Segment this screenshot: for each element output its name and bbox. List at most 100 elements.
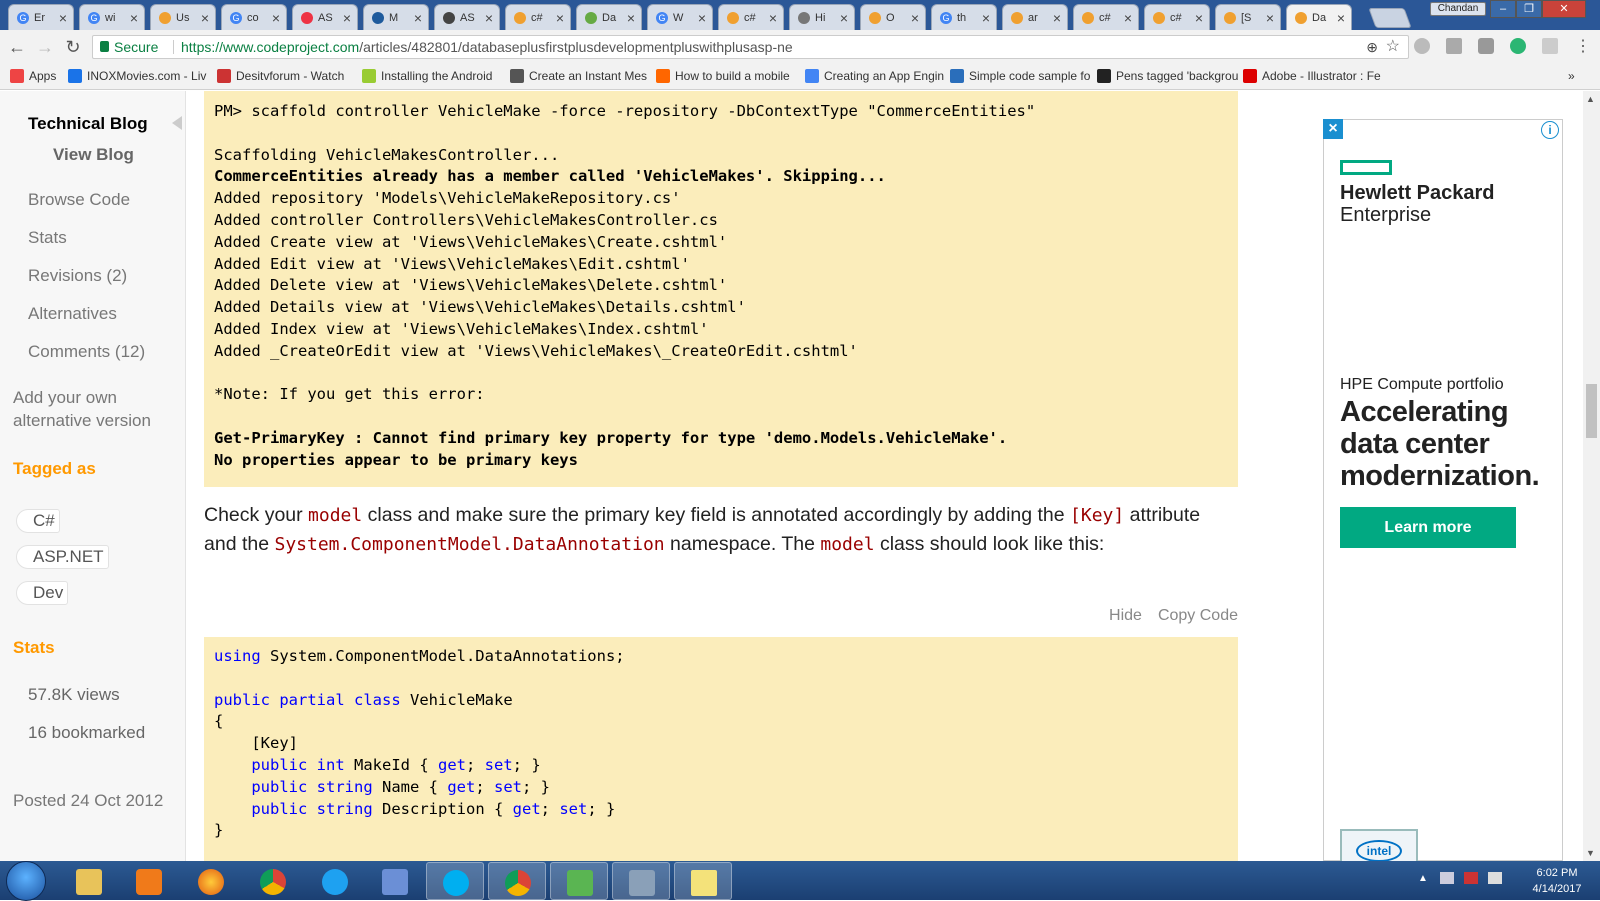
back-arrow-icon[interactable]: ← <box>6 36 28 58</box>
new-tab-button[interactable] <box>1368 8 1412 28</box>
taskbar-firefox[interactable] <box>182 862 240 900</box>
profile-button[interactable]: Chandan <box>1430 2 1486 16</box>
browser-tab[interactable]: AS × <box>292 4 358 30</box>
bookmark-item[interactable]: Pens tagged 'backgrou <box>1097 69 1238 83</box>
bookmark-item[interactable]: INOXMovies.com - Liv <box>68 69 206 83</box>
menu-icon[interactable]: ⋮ <box>1572 36 1594 58</box>
tab-close-icon[interactable]: × <box>414 10 422 26</box>
sidebar-link-revisions[interactable]: Revisions (2) <box>28 266 127 286</box>
bookmark-item[interactable]: Simple code sample fo <box>950 69 1090 83</box>
browser-tab[interactable]: Hi × <box>789 4 855 30</box>
tray-volume-icon[interactable] <box>1488 872 1502 884</box>
bookmark-item[interactable]: How to build a mobile <box>656 69 790 83</box>
taskbar-sticky-notes[interactable] <box>674 862 732 900</box>
ad-brand[interactable]: Hewlett Packard Enterprise <box>1340 182 1540 226</box>
tag-dev[interactable]: Dev <box>16 581 69 605</box>
browser-tab[interactable]: c# × <box>505 4 571 30</box>
close-window-button[interactable]: ✕ <box>1542 0 1586 18</box>
tab-close-icon[interactable]: × <box>59 10 67 26</box>
tray-flag-icon[interactable] <box>1464 872 1478 884</box>
tab-close-icon[interactable]: × <box>1195 10 1203 26</box>
extension-g-icon[interactable] <box>1446 38 1462 54</box>
forward-arrow-icon[interactable]: → <box>34 36 56 58</box>
extension-chat-icon[interactable] <box>1510 38 1526 54</box>
scroll-down-arrow-icon[interactable]: ▼ <box>1586 848 1595 858</box>
bookmark-item[interactable]: Desitvforum - Watch <box>217 69 344 83</box>
tab-close-icon[interactable]: × <box>698 10 706 26</box>
bookmark-item[interactable]: Apps <box>10 69 56 83</box>
taskbar-explorer[interactable] <box>60 862 118 900</box>
browser-tab[interactable]: Gwi × <box>79 4 145 30</box>
tab-close-icon[interactable]: × <box>769 10 777 26</box>
sidebar-link-comments[interactable]: Comments (12) <box>28 342 145 362</box>
tab-close-icon[interactable]: × <box>130 10 138 26</box>
browser-tab[interactable]: Us × <box>150 4 216 30</box>
taskbar-tool[interactable] <box>612 862 670 900</box>
restore-button[interactable]: ❐ <box>1516 0 1542 18</box>
bookmark-item[interactable]: Installing the Android <box>362 69 492 83</box>
sidebar-link-alternatives[interactable]: Alternatives <box>28 304 117 324</box>
tab-close-icon[interactable]: × <box>1266 10 1274 26</box>
address-bar[interactable]: Secure https://www.codeproject.com/artic… <box>92 35 1409 59</box>
taskbar-skype[interactable] <box>426 862 484 900</box>
taskbar-chrome[interactable] <box>244 862 302 900</box>
browser-tab[interactable]: Da × <box>576 4 642 30</box>
taskbar-network[interactable] <box>366 862 424 900</box>
sidebar-link-browse-code[interactable]: Browse Code <box>28 190 130 210</box>
hide-code-link[interactable]: Hide <box>1109 607 1142 624</box>
add-alternative-link-line2[interactable]: alternative version <box>13 411 151 431</box>
tab-close-icon[interactable]: × <box>1337 10 1345 26</box>
tab-close-icon[interactable]: × <box>982 10 990 26</box>
extension-puzzle-icon[interactable] <box>1542 38 1558 54</box>
intel-badge[interactable]: intel <box>1340 829 1418 862</box>
taskbar-visual-studio[interactable] <box>550 862 608 900</box>
ad-headline[interactable]: Accelerating data center modernization. <box>1340 396 1560 492</box>
copy-code-link[interactable]: Copy Code <box>1158 607 1238 624</box>
tab-close-icon[interactable]: × <box>485 10 493 26</box>
tab-close-icon[interactable]: × <box>1124 10 1132 26</box>
url-text[interactable]: https://www.codeproject.com/articles/482… <box>181 36 793 58</box>
collapse-arrow-icon[interactable] <box>172 116 182 130</box>
tab-close-icon[interactable]: × <box>911 10 919 26</box>
tray-network-icon[interactable] <box>1440 872 1454 884</box>
bookmark-item[interactable]: Creating an App Engin <box>805 69 944 83</box>
tab-close-icon[interactable]: × <box>272 10 280 26</box>
bookmark-item[interactable]: Create an Instant Mes <box>510 69 647 83</box>
tab-close-icon[interactable]: × <box>343 10 351 26</box>
browser-tab[interactable]: AS × <box>434 4 500 30</box>
sidebar-link-stats[interactable]: Stats <box>28 228 67 248</box>
bookmark-star-icon[interactable]: ☆ <box>1386 36 1400 58</box>
tab-close-icon[interactable]: × <box>627 10 635 26</box>
taskbar-media[interactable] <box>120 862 178 900</box>
scroll-up-arrow-icon[interactable]: ▲ <box>1586 94 1595 104</box>
browser-tab[interactable]: O × <box>860 4 926 30</box>
reload-icon[interactable]: ↻ <box>62 36 84 58</box>
scrollbar-thumb[interactable] <box>1586 384 1597 438</box>
browser-tab[interactable]: c# × <box>718 4 784 30</box>
tag-aspnet[interactable]: ASP.NET <box>16 545 109 569</box>
browser-tab[interactable]: c# × <box>1073 4 1139 30</box>
browser-tab[interactable]: [S × <box>1215 4 1281 30</box>
ad-info-icon[interactable]: i <box>1541 121 1559 139</box>
tab-close-icon[interactable]: × <box>556 10 564 26</box>
add-alternative-link-line1[interactable]: Add your own <box>13 388 117 408</box>
ad-close-icon[interactable]: × <box>1323 119 1343 139</box>
bookmarks-overflow-icon[interactable]: » <box>1568 69 1575 83</box>
tab-close-icon[interactable]: × <box>1053 10 1061 26</box>
browser-tab[interactable]: ar × <box>1002 4 1068 30</box>
browser-tab[interactable]: M × <box>363 4 429 30</box>
extension-globe-icon[interactable] <box>1414 38 1430 54</box>
tab-close-icon[interactable]: × <box>201 10 209 26</box>
bookmark-item[interactable]: Adobe - Illustrator : Fe <box>1243 69 1381 83</box>
browser-tab[interactable]: G W × <box>647 4 713 30</box>
zoom-icon[interactable]: ⊕ <box>1366 36 1378 58</box>
camera-icon[interactable] <box>1478 38 1494 54</box>
browser-tab[interactable]: Gco × <box>221 4 287 30</box>
start-button[interactable] <box>6 861 46 901</box>
view-blog-link[interactable]: View Blog <box>53 145 134 165</box>
browser-tab[interactable]: G Er × <box>8 4 74 30</box>
taskbar-chrome-active[interactable] <box>488 862 546 900</box>
browser-tab[interactable]: c# × <box>1144 4 1210 30</box>
tray-expand-icon[interactable]: ▲ <box>1418 873 1428 884</box>
tag-csharp[interactable]: C# <box>16 509 60 533</box>
